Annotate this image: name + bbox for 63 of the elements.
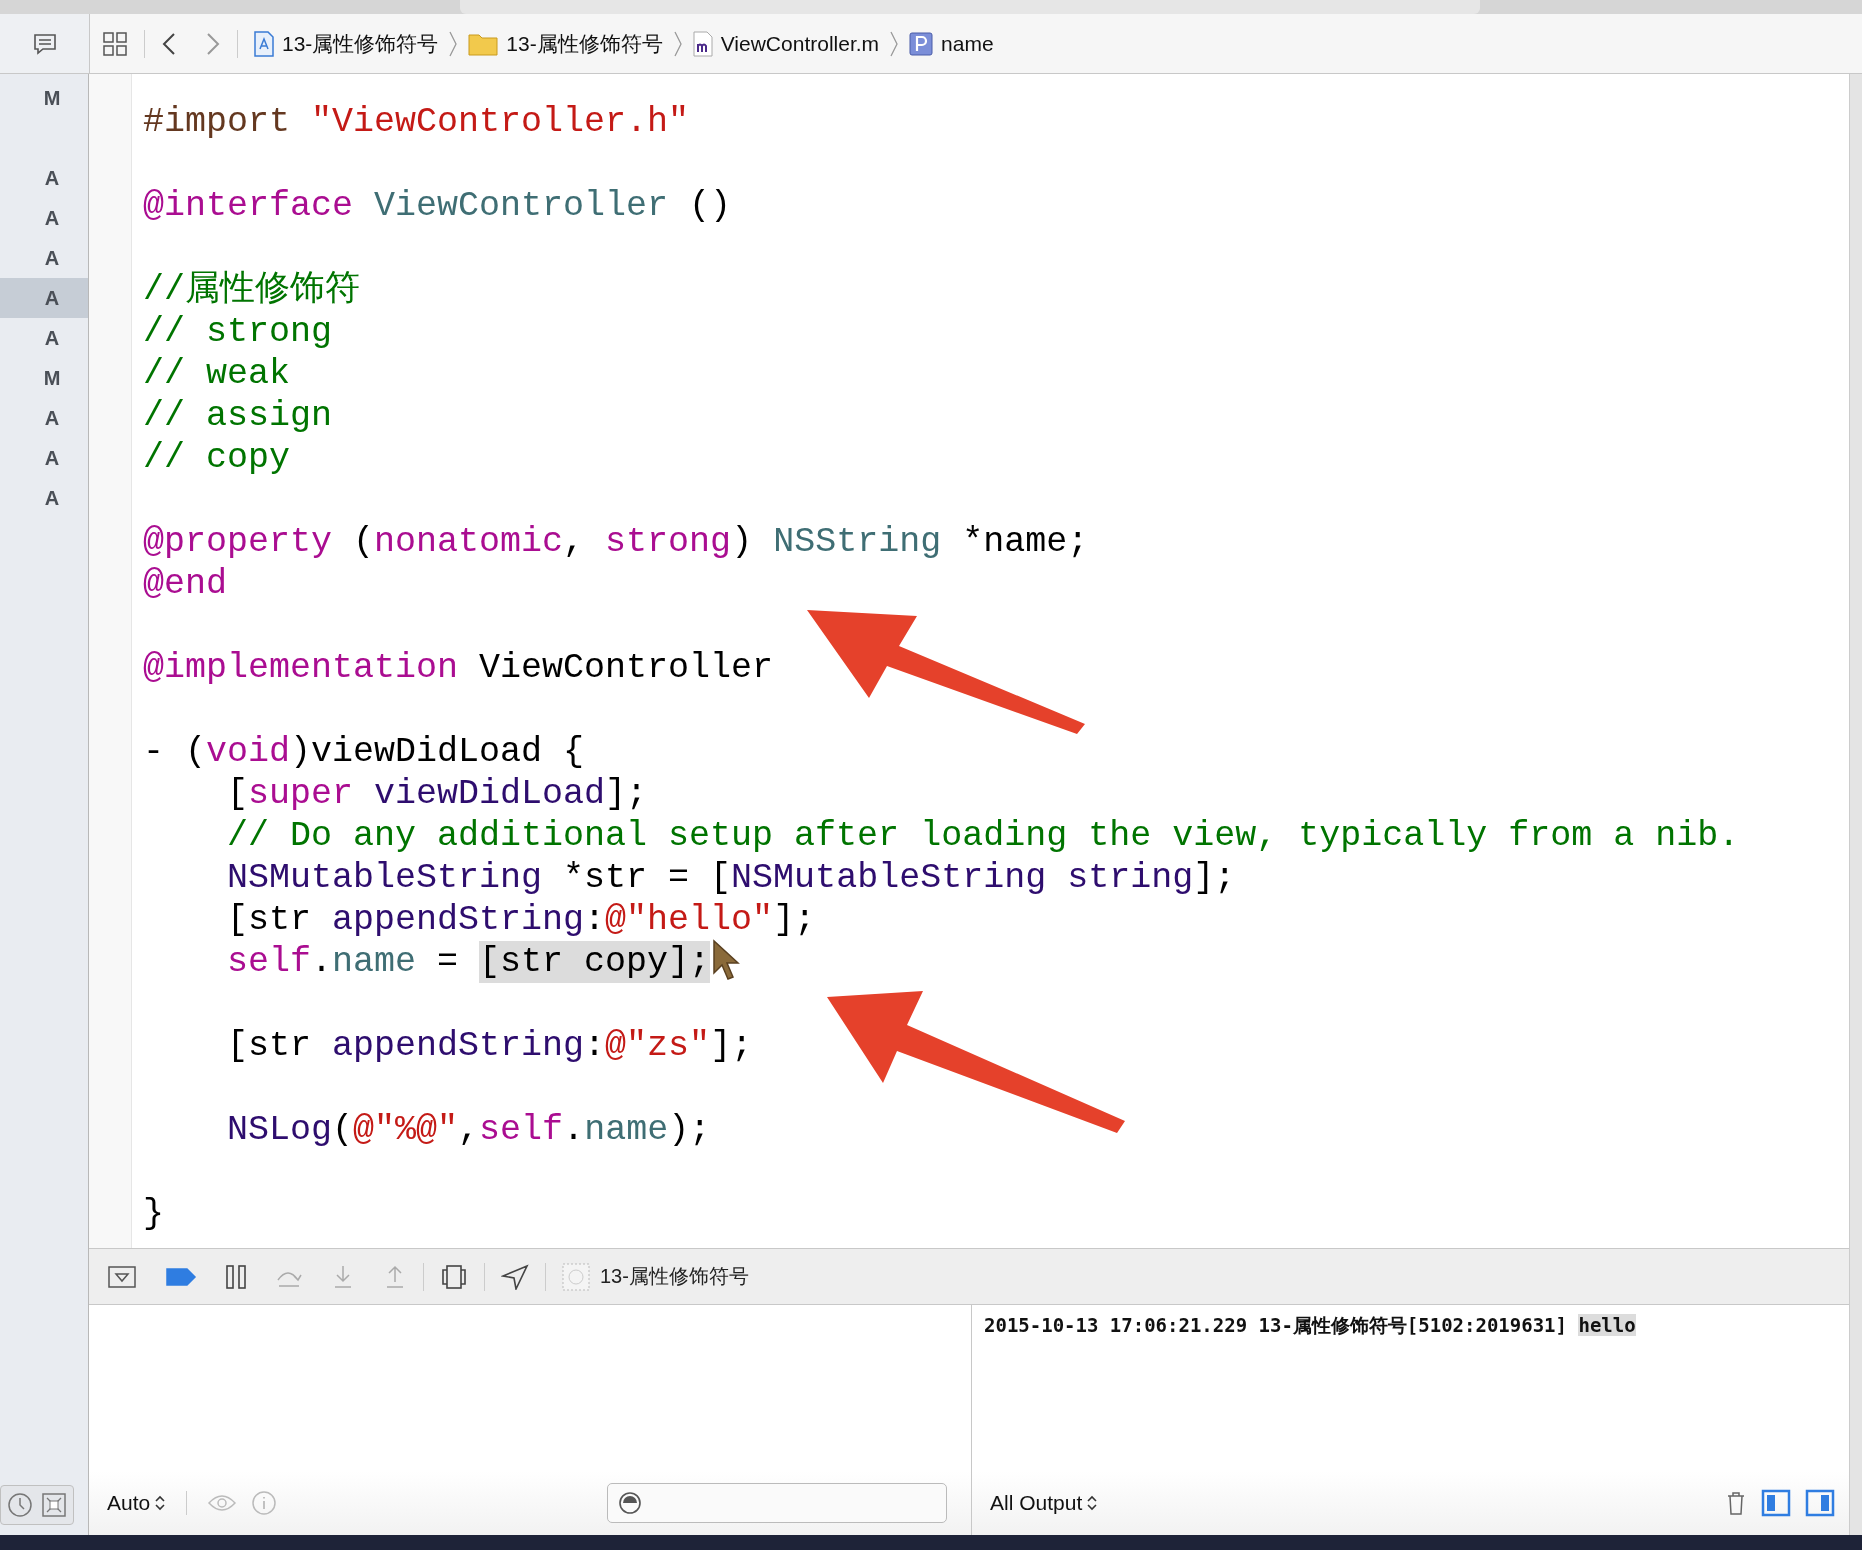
code-line: - (void)viewDidLoad { (143, 731, 585, 773)
view-debugger-icon[interactable] (440, 1263, 468, 1290)
process-name: 13-属性修饰符号 (600, 1264, 749, 1289)
comment-icon[interactable] (31, 31, 58, 56)
clock-icon[interactable] (7, 1492, 33, 1518)
chevron-icon (889, 29, 900, 58)
breakpoint-icon[interactable] (165, 1265, 197, 1288)
breadcrumb-item[interactable]: name (941, 31, 994, 56)
code-line: self.name = [str copy]; (143, 941, 743, 983)
code-line: NSMutableString *str = [NSMutableString string]; (226, 857, 1236, 899)
location-icon[interactable] (501, 1263, 529, 1290)
source-control-status: A (43, 446, 61, 471)
code-line: [str appendString:@"zs"]; (226, 1025, 753, 1067)
output-selector[interactable]: All Output (990, 1491, 1099, 1515)
trash-icon[interactable] (1725, 1490, 1747, 1516)
split-right-icon[interactable] (1805, 1489, 1835, 1517)
code-line: @end (143, 563, 227, 605)
process-icon (562, 1262, 590, 1291)
code-line: @property (nonatomic, strong) NSString *name; (143, 521, 1089, 563)
code-line: // strong (143, 311, 333, 353)
filter-field[interactable] (607, 1483, 947, 1523)
chevron-icon (672, 29, 683, 58)
updown-icon (1086, 1494, 1099, 1512)
back-icon[interactable] (161, 30, 177, 57)
breadcrumb-item[interactable]: 13-属性修饰符号 (506, 29, 663, 58)
forward-icon[interactable] (205, 30, 221, 57)
code-line: #import "ViewController.h" (143, 101, 690, 143)
hide-console-icon[interactable] (107, 1263, 137, 1290)
breadcrumb-item[interactable]: ViewController.m (720, 31, 880, 56)
source-control-status: A (43, 486, 61, 511)
project-file-icon (254, 30, 274, 57)
updown-icon (154, 1494, 167, 1512)
code-line: //属性修饰符 (143, 269, 360, 311)
grid-icon[interactable] (102, 30, 128, 57)
code-line: } (143, 1193, 164, 1235)
breadcrumb-item[interactable]: 13-属性修饰符号 (282, 29, 439, 58)
source-control-status: A (43, 206, 61, 231)
pause-icon[interactable] (225, 1263, 247, 1290)
code-line: // assign (143, 395, 333, 437)
code-line: @interface ViewController () (143, 185, 732, 227)
m-file-icon (692, 30, 713, 57)
code-line: NSLog(@"%@",self.name); (226, 1109, 711, 1151)
source-control-status: A (43, 246, 61, 271)
property-icon (909, 31, 934, 56)
scope-selector[interactable]: Auto (107, 1491, 167, 1515)
chevron-icon (448, 29, 459, 58)
code-line: // weak (143, 353, 291, 395)
source-control-status: A (43, 326, 61, 351)
source-control-status: A (43, 406, 61, 431)
folder-icon (468, 31, 499, 56)
code-line: // copy (143, 437, 291, 479)
code-line: [super viewDidLoad]; (226, 773, 648, 815)
source-control-status: M (42, 366, 62, 391)
source-control-status: M (42, 86, 62, 111)
code-line: [str appendString:@"hello"]; (226, 899, 816, 941)
frame-icon[interactable] (41, 1492, 67, 1518)
split-left-icon[interactable] (1761, 1489, 1791, 1517)
filter-icon (618, 1491, 642, 1515)
mouse-pointer-icon (712, 939, 743, 983)
source-control-status: A (0, 278, 88, 318)
code-line: @implementation ViewController (143, 647, 774, 689)
code-line: // Do any additional setup after loading the view, typically from a nib. (226, 815, 1740, 857)
console-output: 2015-10-13 17:06:21.229 13-属性修饰符号[5102:2019631] hello (983, 1313, 1637, 1338)
